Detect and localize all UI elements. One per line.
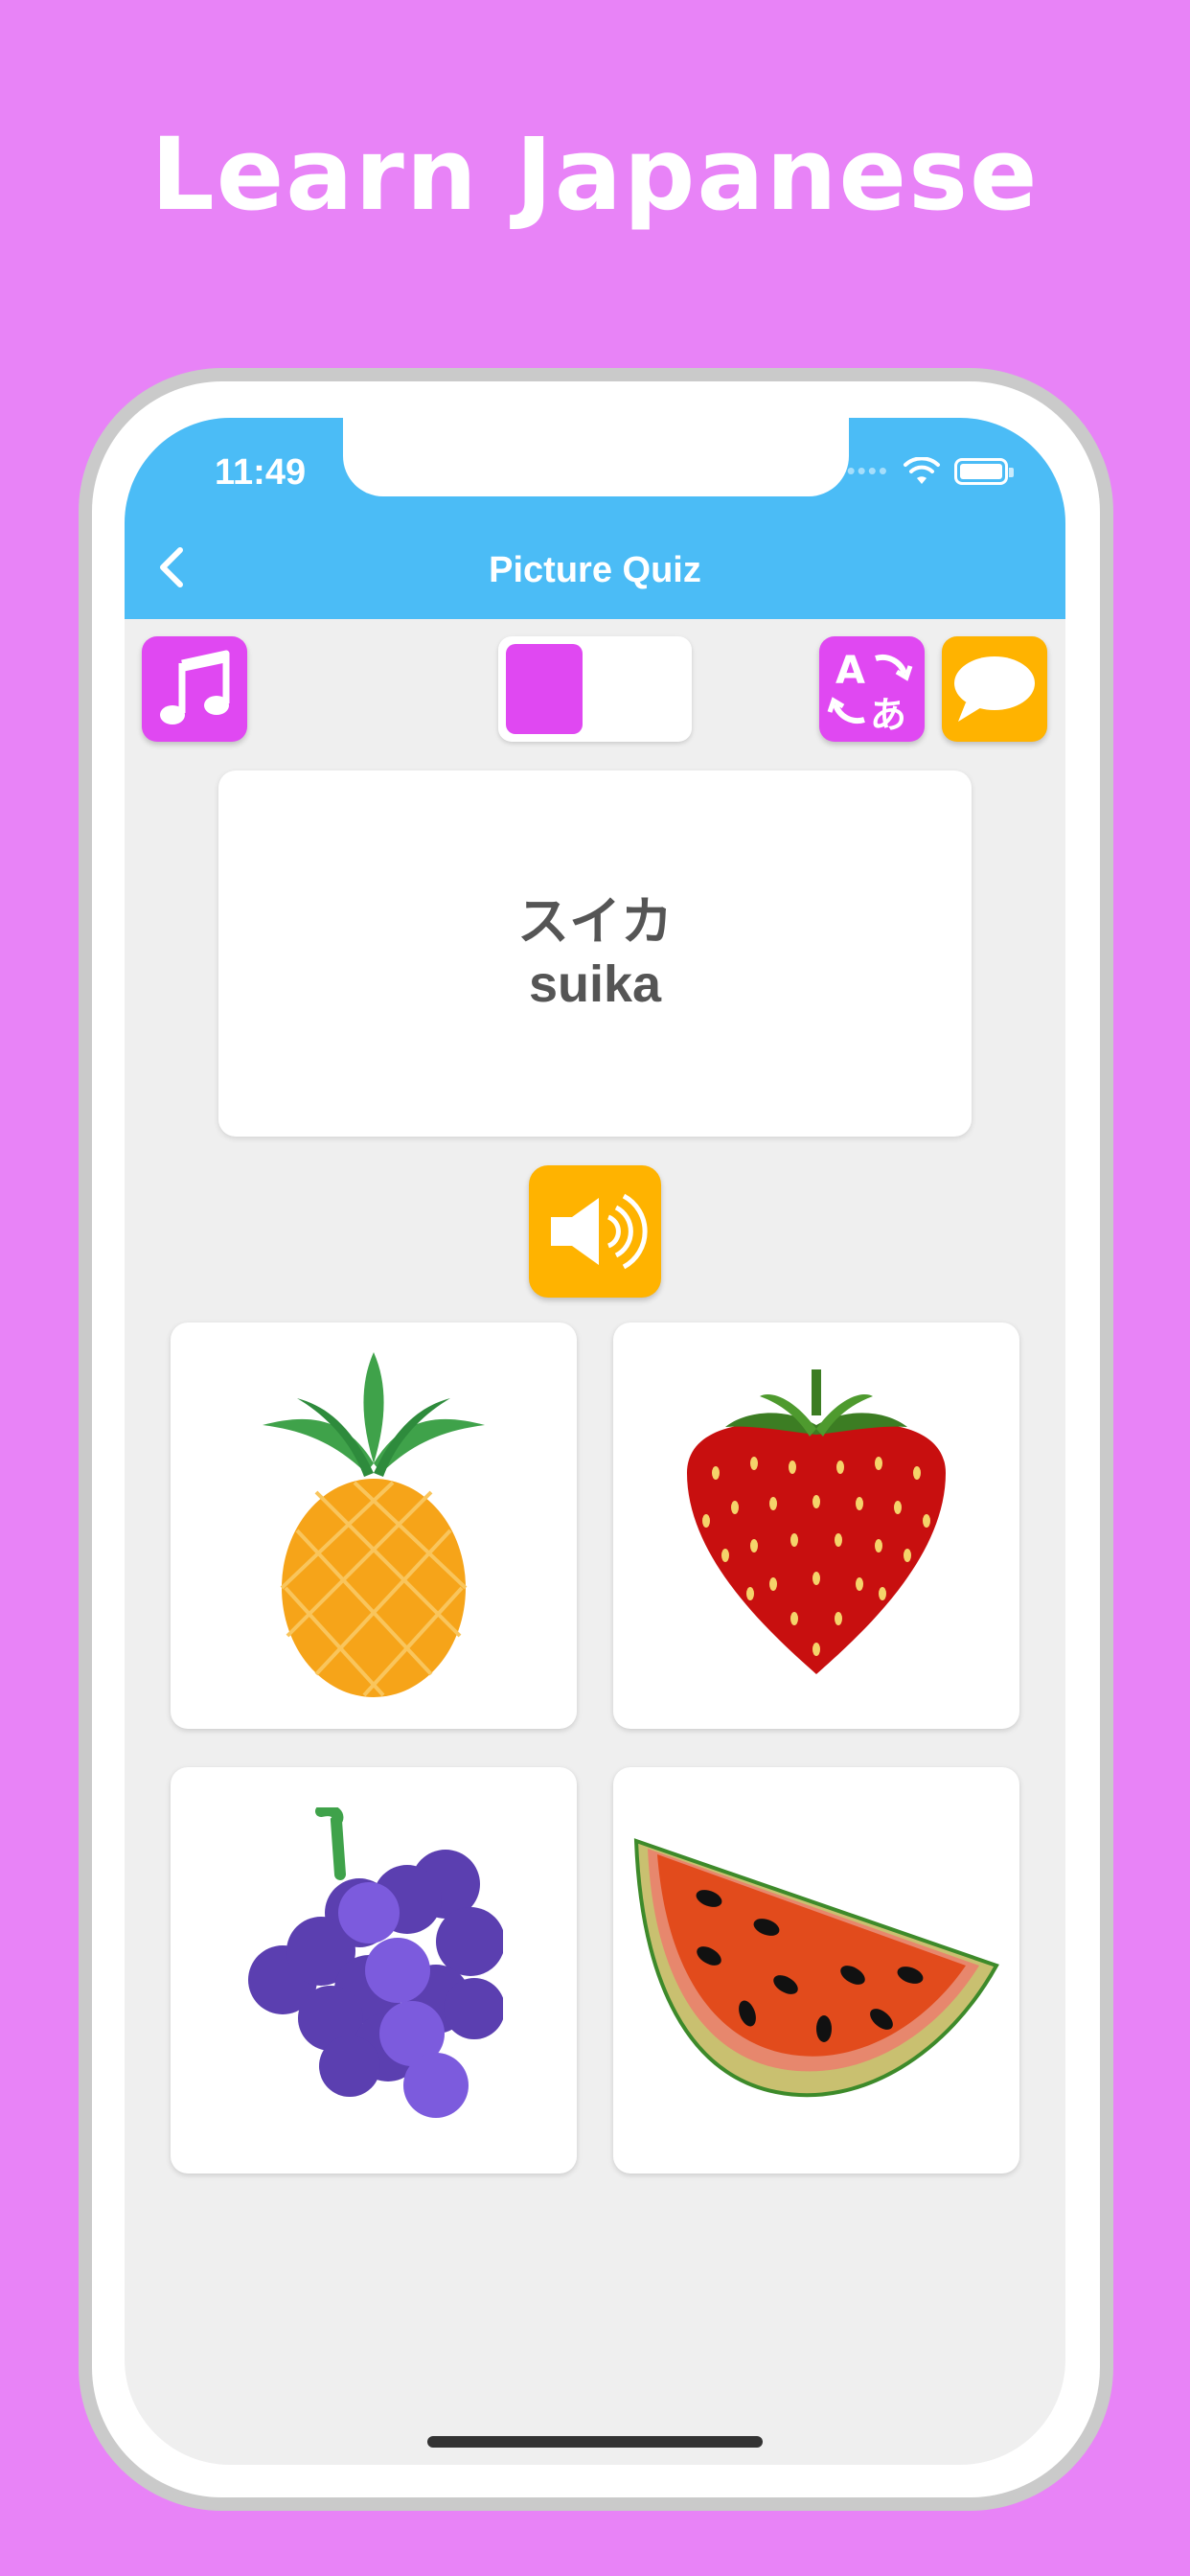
choice-watermelon[interactable]: [613, 1767, 1019, 2174]
status-time: 11:49: [215, 452, 307, 493]
chat-button[interactable]: [942, 636, 1047, 742]
translate-a-to-hiragana-icon: A あ: [827, 649, 913, 735]
word-card: スイカ suika: [218, 770, 972, 1137]
home-indicator: [427, 2436, 763, 2448]
music-note-icon: [160, 650, 230, 724]
page-title: Picture Quiz: [489, 550, 701, 590]
svg-text:A: A: [835, 649, 865, 693]
mode-toggle-switch[interactable]: [498, 636, 692, 742]
battery-icon: [954, 457, 1014, 485]
choice-strawberry[interactable]: [613, 1322, 1019, 1729]
wifi-icon: [904, 456, 940, 484]
music-toggle-button[interactable]: [142, 636, 247, 742]
svg-text:あ: あ: [870, 694, 906, 735]
word-japanese: スイカ: [517, 891, 673, 953]
promo-headline: Learn Japanese: [150, 116, 1040, 233]
watermelon-icon: [633, 1838, 999, 2098]
app-screen: 11:49 •••• Picture Quiz A あ スイカ suika: [125, 418, 1065, 2465]
device-notch: [343, 418, 849, 496]
speech-bubble-icon: [954, 656, 1035, 722]
strawberry-icon: [687, 1369, 946, 1674]
choice-grapes[interactable]: [171, 1767, 577, 2174]
navigation-bar: 11:49 •••• Picture Quiz: [125, 418, 1065, 619]
signal-icon: ••••: [846, 456, 889, 485]
word-romaji: suika: [528, 955, 662, 1013]
pineapple-icon: [263, 1352, 485, 1697]
speaker-icon: [551, 1193, 648, 1270]
toggle-knob: [506, 644, 583, 734]
translate-button[interactable]: A あ: [819, 636, 925, 742]
choice-pineapple[interactable]: [171, 1322, 577, 1729]
grapes-icon: [248, 1807, 503, 2118]
status-icons: ••••: [846, 456, 1014, 486]
play-audio-button[interactable]: [529, 1165, 661, 1298]
